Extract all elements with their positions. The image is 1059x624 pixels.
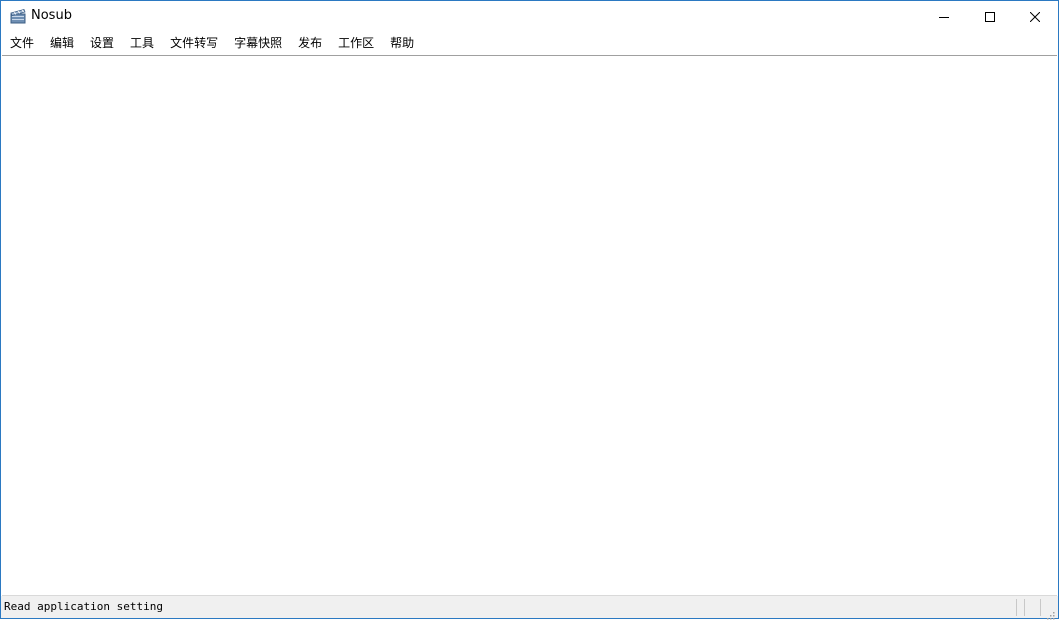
minimize-icon: [939, 7, 949, 26]
menu-bar: 文件 编辑 设置 工具 文件转写 字幕快照 发布 工作区 帮助: [1, 32, 1058, 54]
app-window: Nosub 文件 编辑 设置 工具 文件转写 字幕快照 发布 工作区 帮助 Re…: [0, 0, 1059, 620]
menu-file[interactable]: 文件: [1, 32, 42, 54]
close-button[interactable]: [1012, 1, 1058, 31]
window-title: Nosub: [31, 8, 72, 23]
status-message: Read application setting: [4, 600, 163, 613]
close-icon: [1029, 7, 1041, 26]
menu-help[interactable]: 帮助: [382, 32, 422, 54]
menu-file-transcribe[interactable]: 文件转写: [162, 32, 226, 54]
menu-settings[interactable]: 设置: [82, 32, 122, 54]
status-divider: [1040, 599, 1041, 616]
menu-workspace[interactable]: 工作区: [330, 32, 382, 54]
maximize-button[interactable]: [967, 1, 1013, 31]
menu-subtitle-snapshot[interactable]: 字幕快照: [226, 32, 290, 54]
menu-publish[interactable]: 发布: [290, 32, 330, 54]
status-bar: Read application setting: [1, 596, 1058, 620]
main-workspace[interactable]: [2, 55, 1057, 596]
menu-tools[interactable]: 工具: [122, 32, 162, 54]
resize-grip-icon[interactable]: [1045, 605, 1055, 620]
maximize-icon: [985, 7, 995, 26]
status-divider: [1024, 599, 1025, 616]
clapperboard-icon: [10, 8, 26, 24]
minimize-button[interactable]: [921, 1, 967, 31]
title-bar[interactable]: Nosub: [1, 1, 1058, 31]
menu-edit[interactable]: 编辑: [42, 32, 82, 54]
status-divider: [1016, 599, 1017, 616]
